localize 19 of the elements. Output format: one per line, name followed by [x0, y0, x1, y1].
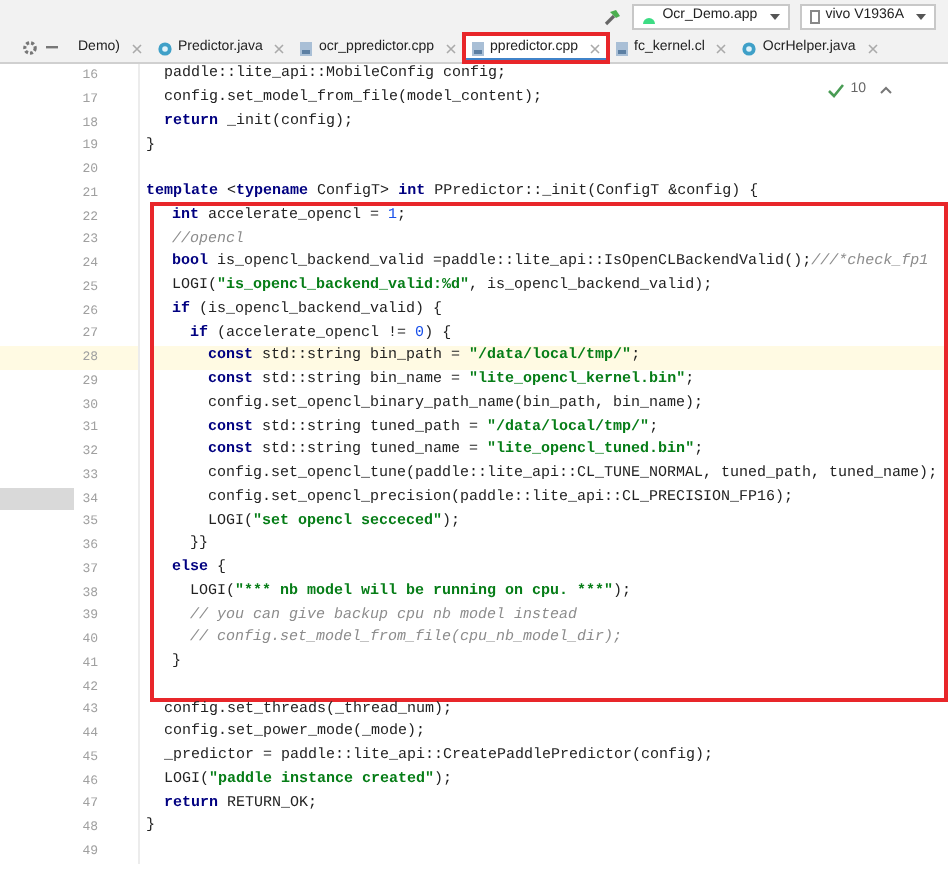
class-icon	[158, 41, 173, 55]
class-icon	[742, 41, 757, 55]
phone-icon	[809, 10, 820, 24]
settings-icon[interactable]	[22, 40, 38, 56]
minimize-icon[interactable]	[46, 46, 58, 50]
file-icon	[300, 41, 313, 55]
file-icon	[616, 41, 629, 55]
close-icon[interactable]	[274, 43, 285, 53]
close-icon[interactable]	[867, 43, 878, 53]
hammer-icon[interactable]	[604, 8, 623, 26]
close-icon[interactable]	[132, 43, 143, 53]
check-icon	[828, 83, 845, 98]
close-icon[interactable]	[716, 43, 727, 53]
caret-icon	[769, 14, 780, 20]
caret-icon	[916, 14, 926, 20]
chevron-up-icon[interactable]	[880, 86, 892, 95]
file-icon	[472, 41, 485, 55]
close-icon[interactable]	[446, 43, 457, 53]
close-icon[interactable]	[590, 43, 601, 53]
